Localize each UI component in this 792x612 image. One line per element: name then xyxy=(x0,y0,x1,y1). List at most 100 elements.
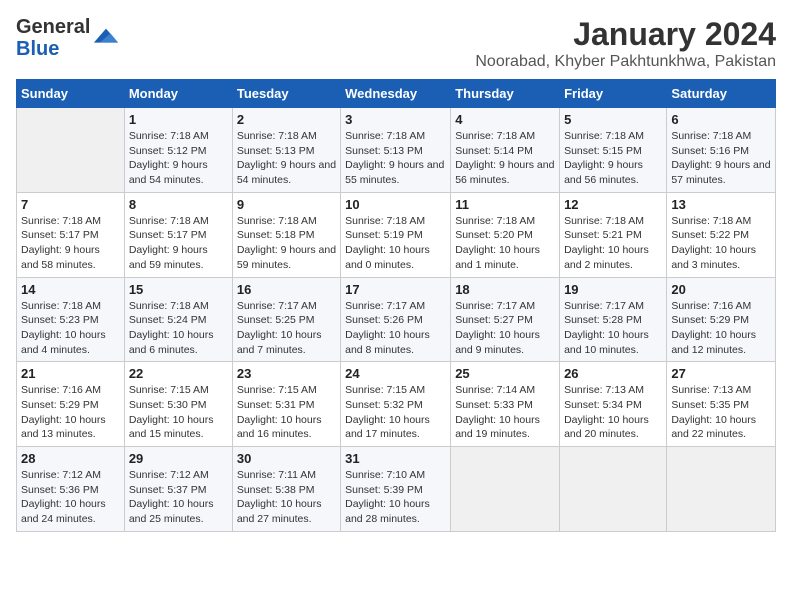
day-cell: 12 Sunrise: 7:18 AMSunset: 5:21 PMDayligh… xyxy=(560,192,667,277)
day-info: Sunrise: 7:14 AMSunset: 5:33 PMDaylight:… xyxy=(455,383,555,442)
day-cell: 15 Sunrise: 7:18 AMSunset: 5:24 PMDayligh… xyxy=(124,277,232,362)
day-info: Sunrise: 7:18 AMSunset: 5:12 PMDaylight:… xyxy=(129,129,228,188)
main-title: January 2024 xyxy=(475,16,776,53)
day-info: Sunrise: 7:18 AMSunset: 5:16 PMDaylight:… xyxy=(671,129,771,188)
day-cell: 9 Sunrise: 7:18 AMSunset: 5:18 PMDaylight… xyxy=(232,192,340,277)
day-info: Sunrise: 7:18 AMSunset: 5:17 PMDaylight:… xyxy=(129,214,228,273)
week-row-5: 28 Sunrise: 7:12 AMSunset: 5:36 PMDayligh… xyxy=(17,447,776,532)
day-info: Sunrise: 7:16 AMSunset: 5:29 PMDaylight:… xyxy=(671,299,771,358)
week-row-4: 21Sunrise: 7:16 AMSunset: 5:29 PMDayligh… xyxy=(17,362,776,447)
day-number: 13 xyxy=(671,197,771,212)
day-number: 19 xyxy=(564,282,662,297)
calendar-table: SundayMondayTuesdayWednesdayThursdayFrid… xyxy=(16,79,776,532)
day-number: 18 xyxy=(455,282,555,297)
day-number: 28 xyxy=(21,451,120,466)
day-number: 8 xyxy=(129,197,228,212)
day-info: Sunrise: 7:17 AMSunset: 5:26 PMDaylight:… xyxy=(345,299,446,358)
day-cell: 21Sunrise: 7:16 AMSunset: 5:29 PMDayligh… xyxy=(17,362,125,447)
day-cell: 22Sunrise: 7:15 AMSunset: 5:30 PMDayligh… xyxy=(124,362,232,447)
day-info: Sunrise: 7:18 AMSunset: 5:24 PMDaylight:… xyxy=(129,299,228,358)
day-number: 7 xyxy=(21,197,120,212)
logo: GeneralBlue xyxy=(16,16,120,60)
logo-text: GeneralBlue xyxy=(16,16,90,60)
day-info: Sunrise: 7:18 AMSunset: 5:19 PMDaylight:… xyxy=(345,214,446,273)
column-header-thursday: Thursday xyxy=(451,80,560,108)
day-cell: 3 Sunrise: 7:18 AMSunset: 5:13 PMDaylight… xyxy=(341,108,451,193)
day-cell: 18 Sunrise: 7:17 AMSunset: 5:27 PMDayligh… xyxy=(451,277,560,362)
day-info: Sunrise: 7:18 AMSunset: 5:17 PMDaylight:… xyxy=(21,214,120,273)
week-row-2: 7 Sunrise: 7:18 AMSunset: 5:17 PMDaylight… xyxy=(17,192,776,277)
day-number: 14 xyxy=(21,282,120,297)
day-cell: 13 Sunrise: 7:18 AMSunset: 5:22 PMDayligh… xyxy=(667,192,776,277)
day-cell: 8 Sunrise: 7:18 AMSunset: 5:17 PMDaylight… xyxy=(124,192,232,277)
day-number: 10 xyxy=(345,197,446,212)
day-info: Sunrise: 7:13 AMSunset: 5:35 PMDaylight:… xyxy=(671,383,771,442)
column-header-friday: Friday xyxy=(560,80,667,108)
day-info: Sunrise: 7:18 AMSunset: 5:15 PMDaylight:… xyxy=(564,129,662,188)
day-cell: 19Sunrise: 7:17 AMSunset: 5:28 PMDayligh… xyxy=(560,277,667,362)
day-cell: 1 Sunrise: 7:18 AMSunset: 5:12 PMDaylight… xyxy=(124,108,232,193)
day-info: Sunrise: 7:18 AMSunset: 5:23 PMDaylight:… xyxy=(21,299,120,358)
day-number: 26 xyxy=(564,366,662,381)
day-cell: 14 Sunrise: 7:18 AMSunset: 5:23 PMDayligh… xyxy=(17,277,125,362)
day-number: 1 xyxy=(129,112,228,127)
day-number: 29 xyxy=(129,451,228,466)
day-info: Sunrise: 7:17 AMSunset: 5:25 PMDaylight:… xyxy=(237,299,336,358)
day-cell: 28 Sunrise: 7:12 AMSunset: 5:36 PMDayligh… xyxy=(17,447,125,532)
day-cell: 16Sunrise: 7:17 AMSunset: 5:25 PMDayligh… xyxy=(232,277,340,362)
day-cell: 20Sunrise: 7:16 AMSunset: 5:29 PMDayligh… xyxy=(667,277,776,362)
day-number: 12 xyxy=(564,197,662,212)
day-number: 24 xyxy=(345,366,446,381)
day-info: Sunrise: 7:15 AMSunset: 5:32 PMDaylight:… xyxy=(345,383,446,442)
day-cell xyxy=(451,447,560,532)
title-block: January 2024 Noorabad, Khyber Pakhtunkhw… xyxy=(475,16,776,71)
day-info: Sunrise: 7:17 AMSunset: 5:27 PMDaylight:… xyxy=(455,299,555,358)
day-cell: 6 Sunrise: 7:18 AMSunset: 5:16 PMDaylight… xyxy=(667,108,776,193)
day-number: 5 xyxy=(564,112,662,127)
week-row-3: 14 Sunrise: 7:18 AMSunset: 5:23 PMDayligh… xyxy=(17,277,776,362)
day-number: 9 xyxy=(237,197,336,212)
day-number: 2 xyxy=(237,112,336,127)
day-number: 21 xyxy=(21,366,120,381)
day-info: Sunrise: 7:18 AMSunset: 5:14 PMDaylight:… xyxy=(455,129,555,188)
week-row-1: 1 Sunrise: 7:18 AMSunset: 5:12 PMDaylight… xyxy=(17,108,776,193)
day-number: 15 xyxy=(129,282,228,297)
day-info: Sunrise: 7:12 AMSunset: 5:37 PMDaylight:… xyxy=(129,468,228,527)
logo-blue-text: Blue xyxy=(16,38,59,60)
logo-icon xyxy=(92,24,120,52)
day-cell: 5 Sunrise: 7:18 AMSunset: 5:15 PMDaylight… xyxy=(560,108,667,193)
day-cell: 30Sunrise: 7:11 AMSunset: 5:38 PMDayligh… xyxy=(232,447,340,532)
day-number: 11 xyxy=(455,197,555,212)
day-cell: 11 Sunrise: 7:18 AMSunset: 5:20 PMDayligh… xyxy=(451,192,560,277)
day-info: Sunrise: 7:18 AMSunset: 5:18 PMDaylight:… xyxy=(237,214,336,273)
day-cell: 23 Sunrise: 7:15 AMSunset: 5:31 PMDayligh… xyxy=(232,362,340,447)
day-cell: 10 Sunrise: 7:18 AMSunset: 5:19 PMDayligh… xyxy=(341,192,451,277)
day-cell: 2Sunrise: 7:18 AMSunset: 5:13 PMDaylight… xyxy=(232,108,340,193)
day-number: 4 xyxy=(455,112,555,127)
day-cell: 25Sunrise: 7:14 AMSunset: 5:33 PMDayligh… xyxy=(451,362,560,447)
day-info: Sunrise: 7:15 AMSunset: 5:31 PMDaylight:… xyxy=(237,383,336,442)
day-info: Sunrise: 7:11 AMSunset: 5:38 PMDaylight:… xyxy=(237,468,336,527)
day-cell: 31Sunrise: 7:10 AMSunset: 5:39 PMDayligh… xyxy=(341,447,451,532)
day-cell: 26Sunrise: 7:13 AMSunset: 5:34 PMDayligh… xyxy=(560,362,667,447)
day-info: Sunrise: 7:18 AMSunset: 5:20 PMDaylight:… xyxy=(455,214,555,273)
column-header-wednesday: Wednesday xyxy=(341,80,451,108)
day-cell: 7 Sunrise: 7:18 AMSunset: 5:17 PMDaylight… xyxy=(17,192,125,277)
day-info: Sunrise: 7:18 AMSunset: 5:13 PMDaylight:… xyxy=(345,129,446,188)
column-header-monday: Monday xyxy=(124,80,232,108)
day-cell xyxy=(17,108,125,193)
day-number: 23 xyxy=(237,366,336,381)
page-header: GeneralBlue January 2024 Noorabad, Khybe… xyxy=(16,16,776,71)
day-info: Sunrise: 7:10 AMSunset: 5:39 PMDaylight:… xyxy=(345,468,446,527)
day-cell: 24 Sunrise: 7:15 AMSunset: 5:32 PMDayligh… xyxy=(341,362,451,447)
column-header-saturday: Saturday xyxy=(667,80,776,108)
day-number: 3 xyxy=(345,112,446,127)
day-info: Sunrise: 7:18 AMSunset: 5:22 PMDaylight:… xyxy=(671,214,771,273)
day-info: Sunrise: 7:15 AMSunset: 5:30 PMDaylight:… xyxy=(129,383,228,442)
column-header-tuesday: Tuesday xyxy=(232,80,340,108)
day-number: 27 xyxy=(671,366,771,381)
day-info: Sunrise: 7:18 AMSunset: 5:21 PMDaylight:… xyxy=(564,214,662,273)
day-info: Sunrise: 7:12 AMSunset: 5:36 PMDaylight:… xyxy=(21,468,120,527)
day-number: 6 xyxy=(671,112,771,127)
subtitle: Noorabad, Khyber Pakhtunkhwa, Pakistan xyxy=(475,53,776,71)
